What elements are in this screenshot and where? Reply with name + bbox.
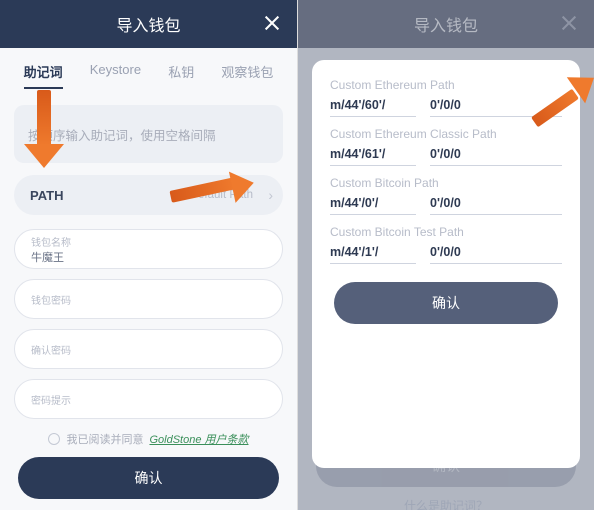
path-input-row[interactable]: m/44'/0'/ 0'/0/0 [330,196,562,215]
path-row[interactable]: PATH Default Path › [14,175,283,215]
confirm-password-field[interactable]: 确认密码 [14,329,283,369]
path-prefix[interactable]: m/44'/60'/ [330,98,416,117]
path-suffix[interactable]: 0'/0/0 [430,147,562,166]
path-group-label: Custom Ethereum Classic Path [330,127,562,141]
confirm-button[interactable]: 确认 [18,457,279,499]
field-label: 密码提示 [31,392,266,407]
screen-import-wallet-paths: 导入钱包 助记词 Keystore 私钥 观察钱包 确认 什么是助记词？ Cus… [297,0,594,510]
tab-privatekey[interactable]: 私钥 [168,62,194,87]
screen-import-wallet: 导入钱包 助记词 Keystore 私钥 观察钱包 按顺序输入助记词，使用空格间… [0,0,297,510]
modal-confirm-button[interactable]: 确认 [334,282,558,324]
path-suffix[interactable]: 0'/0/0 [430,98,562,117]
agree-row[interactable]: 我已阅读并同意 GoldStone 用户条款 [14,431,283,447]
path-suffix[interactable]: 0'/0/0 [430,245,562,264]
path-group-label: Custom Bitcoin Test Path [330,225,562,239]
content: 按顺序输入助记词，使用空格间隔 PATH Default Path › 钱包名称… [0,95,297,510]
path-modal: Custom Ethereum Path m/44'/60'/ 0'/0/0 C… [312,60,580,468]
chevron-right-icon: › [268,187,273,203]
path-group-label: Custom Bitcoin Path [330,176,562,190]
wallet-name-field[interactable]: 钱包名称 牛魔王 [14,229,283,269]
password-hint-field[interactable]: 密码提示 [14,379,283,419]
field-label: 钱包密码 [31,292,266,307]
path-input-row[interactable]: m/44'/60'/ 0'/0/0 [330,98,562,117]
tab-keystore[interactable]: Keystore [90,62,141,87]
mnemonic-placeholder: 按顺序输入助记词，使用空格间隔 [28,125,216,144]
close-icon[interactable] [261,12,283,34]
field-label: 确认密码 [31,342,266,357]
path-value: Default Path [190,189,267,201]
path-label: PATH [30,188,63,203]
tab-watch[interactable]: 观察钱包 [221,62,273,87]
header-title: 导入钱包 [116,12,180,36]
tab-mnemonic[interactable]: 助记词 [24,62,63,87]
header: 导入钱包 [0,0,297,48]
field-label: 钱包名称 [31,234,266,249]
path-suffix[interactable]: 0'/0/0 [430,196,562,215]
mnemonic-input[interactable]: 按顺序输入助记词，使用空格间隔 [14,105,283,163]
path-input-row[interactable]: m/44'/61'/ 0'/0/0 [330,147,562,166]
field-value: 牛魔王 [31,249,266,265]
tos-link[interactable]: GoldStone 用户条款 [149,431,248,447]
wallet-password-field[interactable]: 钱包密码 [14,279,283,319]
radio-unchecked-icon[interactable] [48,433,60,445]
path-prefix[interactable]: m/44'/0'/ [330,196,416,215]
path-input-row[interactable]: m/44'/1'/ 0'/0/0 [330,245,562,264]
path-prefix[interactable]: m/44'/61'/ [330,147,416,166]
path-prefix[interactable]: m/44'/1'/ [330,245,416,264]
tabs: 助记词 Keystore 私钥 观察钱包 [0,48,297,95]
path-group-label: Custom Ethereum Path [330,78,562,92]
agree-prefix: 我已阅读并同意 [66,431,143,447]
